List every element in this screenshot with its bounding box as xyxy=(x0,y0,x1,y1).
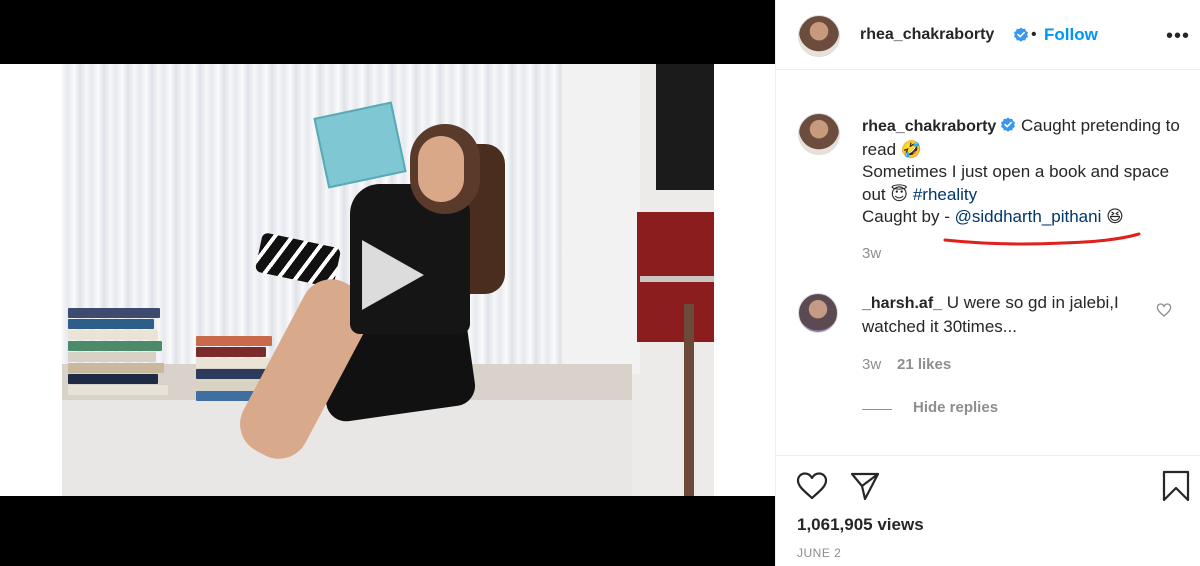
more-options-icon[interactable]: ••• xyxy=(1166,25,1190,48)
hide-replies-divider xyxy=(862,409,892,410)
photo-tv xyxy=(656,64,714,190)
smile-halo-emoji: 😇 xyxy=(890,184,909,204)
red-underline-annotation xyxy=(943,232,1141,246)
laughing-emoji: 😆 xyxy=(1106,207,1124,226)
caption-username[interactable]: rhea_chakraborty xyxy=(862,118,996,135)
caption-author-avatar[interactable] xyxy=(798,113,840,155)
actions-divider xyxy=(776,455,1200,456)
view-count[interactable]: 1,061,905 views xyxy=(797,515,924,535)
post-sidebar: rhea_chakraborty • Follow ••• rhea_chakr… xyxy=(775,0,1200,566)
follow-button[interactable]: Follow xyxy=(1044,25,1098,45)
author-username[interactable]: rhea_chakraborty xyxy=(860,26,994,44)
comment: _harsh.af_ U were so gd in jalebi,I watc… xyxy=(862,291,1152,338)
post-caption: rhea_chakraborty Caught pretending to re… xyxy=(862,115,1182,229)
rofl-emoji: 🤣 xyxy=(900,139,922,159)
play-icon[interactable] xyxy=(352,234,430,316)
caption-line-2: Sometimes I just open a book and space o… xyxy=(862,162,1170,204)
comment-like-icon[interactable] xyxy=(1156,302,1172,318)
photo-chair-post xyxy=(684,304,694,496)
verified-badge-icon xyxy=(1014,27,1028,42)
post-date[interactable]: JUNE 2 xyxy=(797,546,841,560)
caption-timestamp[interactable]: 3w xyxy=(862,245,881,262)
mention-link[interactable]: @siddharth_pithani xyxy=(955,207,1102,226)
author-avatar[interactable] xyxy=(798,15,840,57)
heart-icon[interactable] xyxy=(796,470,828,502)
post-media[interactable] xyxy=(0,0,775,566)
bookmark-icon[interactable] xyxy=(1160,470,1192,502)
photo-pillar xyxy=(562,64,640,374)
send-icon[interactable] xyxy=(849,470,881,502)
verified-badge-icon xyxy=(1001,117,1016,132)
commenter-username[interactable]: _harsh.af_ xyxy=(862,295,942,312)
photo-person-face xyxy=(418,136,464,202)
hashtag-link[interactable]: #rheality xyxy=(913,185,977,204)
photo-book-stack-left xyxy=(68,308,168,396)
comment-timestamp[interactable]: 3w xyxy=(862,356,881,373)
header-separator: • xyxy=(1031,26,1037,43)
hide-replies-button[interactable]: Hide replies xyxy=(913,399,998,416)
caption-line-3-prefix: Caught by - xyxy=(862,207,950,226)
photo-shelf xyxy=(640,276,714,282)
post-header: rhea_chakraborty • Follow ••• xyxy=(776,0,1200,70)
commenter-avatar[interactable] xyxy=(798,293,838,333)
comment-likes[interactable]: 21 likes xyxy=(897,356,951,373)
